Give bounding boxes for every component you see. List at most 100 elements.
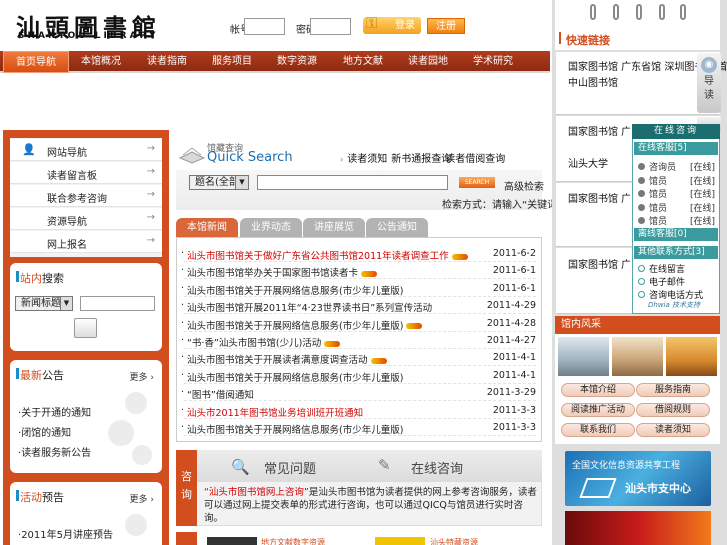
news-title[interactable]: 汕头市图书馆关于开展网络信息服务(市少年儿童版): [187, 425, 403, 436]
news-row[interactable]: · 汕头市图书馆关于开展网络信息服务(市少年儿童版) 2011-6-1: [181, 280, 536, 297]
quick-link-row[interactable]: 国家图书馆 广东省馆 深圳图书馆: [568, 192, 630, 208]
site-search-input[interactable]: [80, 296, 155, 311]
nav-item-reader-guide[interactable]: 读者指南: [134, 51, 200, 73]
library-photo[interactable]: [612, 337, 663, 376]
left-menu-item[interactable]: 👤 网站导航 →: [10, 139, 162, 161]
library-photo[interactable]: [666, 337, 717, 376]
news-title[interactable]: 汕头市图书馆开展2011年“4·23世界读书日”系列宣传活动: [187, 303, 432, 314]
person-icon: [638, 176, 645, 184]
news-title[interactable]: 汕头市图书馆关于开展网络信息服务(市少年儿童版): [187, 373, 403, 384]
news-row[interactable]: · 汕头市2011年图书馆业务培训班开班通知 2011-3-3: [181, 402, 536, 419]
title-bar-mark: [559, 32, 561, 44]
style-button[interactable]: 服务指南: [636, 383, 710, 397]
tab-notices[interactable]: 公告通知: [366, 218, 428, 237]
quick-link[interactable]: › 读者须知: [340, 150, 387, 165]
chat-user[interactable]: 咨询员 [在线]: [638, 160, 715, 173]
resource-link[interactable]: 汕头特藏资源: [430, 537, 478, 545]
left-column: 👤 网站导航 → 读者留言板 → 联合参考咨询 → 资源导航 → 网上报名 →: [3, 130, 169, 545]
nav-item-local-docs[interactable]: 地方文献: [330, 51, 396, 73]
style-button[interactable]: 阅读推广活动: [561, 403, 635, 417]
news-row[interactable]: · 汕头市图书馆关于开展网络信息服务(市少年儿童版) 2011-3-3: [181, 419, 536, 436]
news-title[interactable]: 汕头市图书馆关于做好广东省公共图书馆2011年读者调查工作: [187, 251, 449, 262]
online-consult-tab[interactable]: 在线咨询: [411, 458, 463, 477]
chat-offline-section[interactable]: 离线客服[0]: [634, 228, 718, 241]
tab-industry-news[interactable]: 业界动态: [240, 218, 302, 237]
style-button[interactable]: 读者须知: [636, 423, 710, 437]
notice-item[interactable]: ·读者服务新公告: [18, 444, 91, 459]
left-menu-item[interactable]: 资源导航 →: [10, 208, 162, 230]
news-row[interactable]: · 汕头市图书馆关于开展网络信息服务(市少年儿童版) 2011-4-1: [181, 367, 536, 384]
register-button[interactable]: 注册: [427, 18, 465, 34]
nav-item-digital[interactable]: 数字资源: [264, 51, 330, 73]
quick-link-row[interactable]: 国家图书馆 广东省馆: [568, 125, 630, 141]
chat-other-section[interactable]: 其他联系方式[3]: [634, 246, 718, 259]
chat-user[interactable]: 馆员 [在线]: [638, 174, 715, 187]
nav-item-home[interactable]: 首页导航: [3, 51, 69, 73]
news-title[interactable]: 汕头市图书馆关于开展网络信息服务(市少年儿童版): [187, 321, 403, 332]
chat-online-section[interactable]: 在线客服[5]: [634, 142, 718, 155]
news-row[interactable]: · “图书”借阅通知 2011-3-29: [181, 384, 536, 402]
news-title[interactable]: 汕头市图书馆关于开展读者满意度调查活动: [187, 355, 368, 366]
chat-link-email[interactable]: 电子邮件: [638, 275, 685, 288]
quick-link-row[interactable]: 国家图书馆 广东省馆 深圳图书馆: [568, 258, 630, 274]
tab-lectures[interactable]: 讲座展览: [303, 218, 365, 237]
advanced-search-link[interactable]: 高级检索: [504, 178, 544, 193]
news-title-wrap: “书·香”汕头市图书馆(少儿)活动: [187, 335, 341, 349]
news-row[interactable]: · “书·香”汕头市图书馆(少儿)活动 2011-4-27: [181, 332, 536, 349]
chat-user[interactable]: 馆员 [在线]: [638, 214, 715, 227]
tab-library-news[interactable]: 本馆新闻: [176, 218, 238, 237]
catalog-search-button[interactable]: SEARCH: [459, 177, 495, 188]
nav-item-research[interactable]: 学术研究: [460, 51, 526, 73]
chat-user[interactable]: 馆员 [在线]: [638, 201, 715, 214]
news-title[interactable]: “图书”借阅通知: [187, 390, 254, 401]
password-input[interactable]: [310, 18, 351, 35]
resource-thumbnail[interactable]: [375, 537, 425, 545]
guide-button[interactable]: ◉ 导读: [697, 53, 721, 113]
quick-link[interactable]: › 读者借阅查询: [438, 150, 505, 165]
catalog-search-input[interactable]: [257, 175, 448, 190]
news-row[interactable]: · 汕头市图书馆关于开展读者满意度调查活动 2011-4-1: [181, 349, 536, 367]
news-row[interactable]: · 汕头市图书馆关于做好广东省公共图书馆2011年读者调查工作 2011-6-2: [181, 245, 536, 262]
site-search-select[interactable]: 新闻标题 ▼: [15, 296, 73, 311]
style-button[interactable]: 本馆介绍: [561, 383, 635, 397]
catalog-search-type-select[interactable]: 题名(全部) ▼: [189, 175, 249, 190]
resource-thumbnail[interactable]: [207, 537, 257, 545]
nav-item-reader-garden[interactable]: 读者园地: [395, 51, 461, 73]
chat-header[interactable]: 在线咨询: [632, 124, 720, 139]
site-search-button[interactable]: [74, 318, 97, 338]
left-menu-item[interactable]: 读者留言板 →: [10, 162, 162, 184]
news-title[interactable]: “书·香”汕头市图书馆(少儿)活动: [187, 338, 321, 349]
notice-item[interactable]: ·闭馆的通知: [18, 424, 71, 439]
nav-item-services[interactable]: 服务项目: [199, 51, 265, 73]
news-title[interactable]: 汕头市图书馆关于开展网络信息服务(市少年儿童版): [187, 286, 403, 297]
promo-banner[interactable]: [565, 511, 711, 545]
chat-link-message[interactable]: 在线留言: [638, 262, 685, 275]
left-menu-item[interactable]: 联合参考咨询 →: [10, 185, 162, 207]
quick-link-row[interactable]: 汕头大学: [568, 157, 608, 173]
account-input[interactable]: [244, 18, 285, 35]
event-more-link[interactable]: 更多 ›: [130, 492, 154, 505]
chat-user[interactable]: 馆员 [在线]: [638, 187, 715, 200]
new-badge-icon: [370, 357, 387, 364]
news-title[interactable]: 汕头市图书馆举办关于国家图书馆读者卡: [187, 268, 358, 279]
style-button[interactable]: 联系我们: [561, 423, 635, 437]
style-button[interactable]: 借阅规则: [636, 403, 710, 417]
news-title[interactable]: 汕头市2011年图书馆业务培训班开班通知: [187, 408, 363, 419]
guide-label: 导读: [704, 76, 714, 101]
event-item[interactable]: ·2011年5月讲座预告: [18, 526, 113, 541]
news-date: 2011-4-28: [486, 317, 536, 329]
resource-link[interactable]: 地方文献数字资源: [261, 537, 325, 545]
faq-tab[interactable]: 常见问题: [264, 458, 316, 477]
news-row[interactable]: · 汕头市图书馆举办关于国家图书馆读者卡 2011-6-1: [181, 262, 536, 280]
binder-ring: [636, 4, 642, 20]
notice-item[interactable]: ·关于开通的通知: [18, 404, 91, 419]
nav-item-about[interactable]: 本馆概况: [68, 51, 134, 73]
library-photo[interactable]: [558, 337, 609, 376]
left-menu-item[interactable]: 网上报名 →: [10, 231, 162, 253]
news-row[interactable]: · 汕头市图书馆关于开展网络信息服务(市少年儿童版) 2011-4-28: [181, 315, 536, 332]
left-menu-label: 网上报名: [47, 240, 87, 251]
user-icon: 👤: [22, 143, 36, 156]
notice-more-link[interactable]: 更多 ›: [130, 370, 154, 383]
news-row[interactable]: · 汕头市图书馆开展2011年“4·23世界读书日”系列宣传活动 2011-4-29: [181, 297, 536, 315]
quick-link-row[interactable]: 中山图书馆: [568, 76, 618, 92]
